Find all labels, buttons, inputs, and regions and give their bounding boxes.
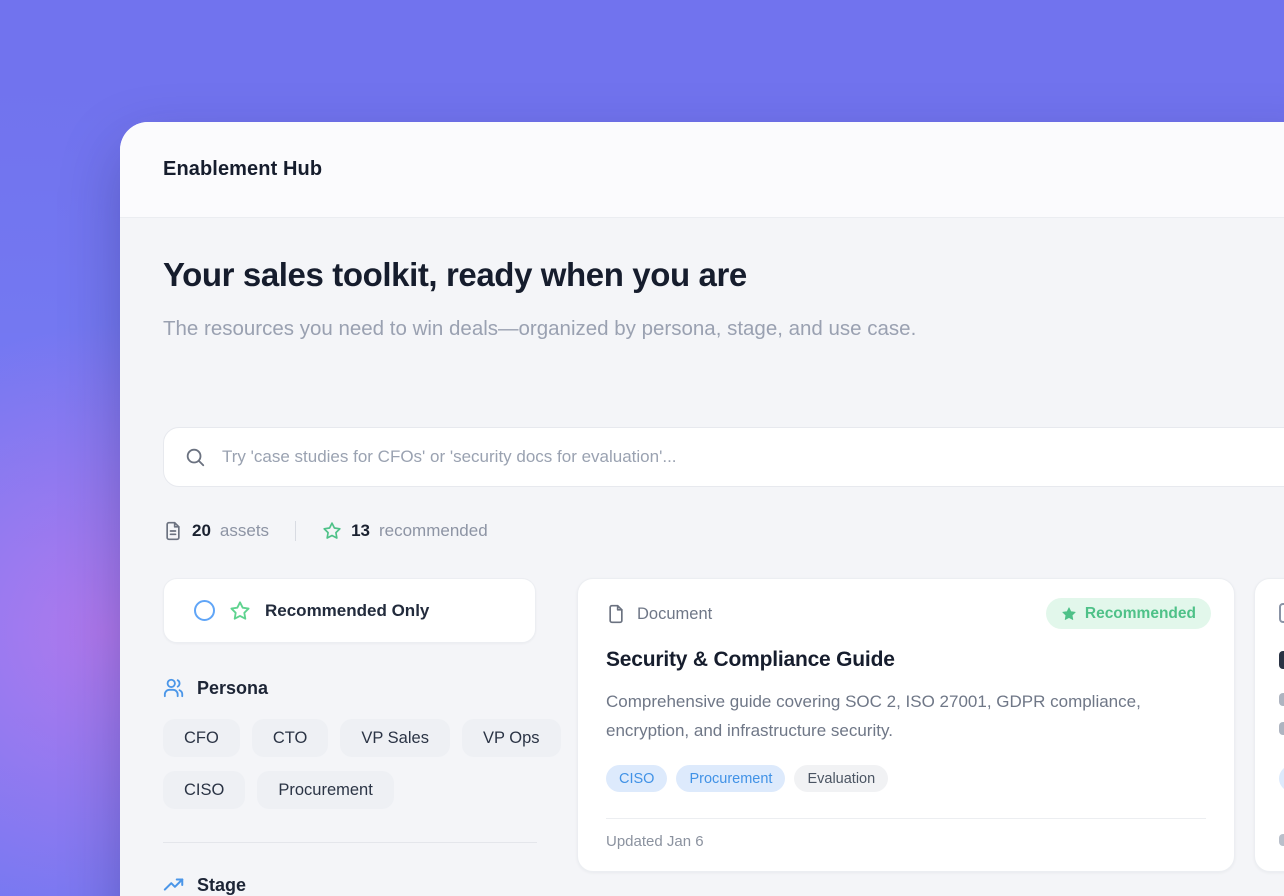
card-type-row: Document (606, 603, 712, 625)
star-icon (322, 521, 342, 541)
tag-evaluation[interactable]: Evaluation (794, 765, 888, 792)
card-title: Security & Compliance Guide (606, 648, 895, 672)
card-tags: CISO Procurement Evaluation (606, 765, 888, 792)
recommended-badge: Recommended (1046, 598, 1211, 629)
stage-section-header: Stage (163, 874, 246, 896)
page-title: Your sales toolkit, ready when you are (163, 256, 747, 294)
persona-chip-vp-ops[interactable]: VP Ops (462, 719, 561, 757)
card-updated-date (1279, 834, 1284, 846)
card-updated-date: Updated Jan 6 (606, 833, 704, 850)
sidebar-divider (163, 842, 537, 843)
recommended-only-label: Recommended Only (265, 601, 429, 621)
recommended-badge-label: Recommended (1085, 605, 1196, 623)
asset-card-partial[interactable] (1254, 578, 1284, 872)
star-icon (229, 600, 251, 622)
card-divider (606, 818, 1206, 819)
recommended-count: 13 (351, 521, 370, 541)
stats-row: 20 assets 13 recommended (163, 518, 488, 544)
star-filled-icon (1061, 606, 1077, 622)
asset-card-security-compliance-guide[interactable]: Document Recommended Security & Complian… (577, 578, 1235, 872)
search-bar[interactable] (163, 427, 1284, 487)
users-icon (163, 677, 185, 699)
file-text-icon (163, 521, 183, 541)
card-tag (1279, 765, 1284, 792)
assets-stat: 20 assets (163, 521, 269, 541)
stage-section-label: Stage (197, 875, 246, 896)
recommended-only-toggle[interactable]: Recommended Only (163, 578, 536, 643)
app-header: Enablement Hub (120, 122, 1284, 218)
persona-chip-row-1: CFO CTO VP Sales VP Ops (163, 719, 561, 757)
assets-count: 20 (192, 521, 211, 541)
page-subtitle: The resources you need to win deals—orga… (163, 310, 953, 348)
radio-circle-icon (194, 600, 215, 621)
tag-procurement[interactable]: Procurement (676, 765, 785, 792)
persona-chip-cto[interactable]: CTO (252, 719, 329, 757)
file-icon (606, 603, 626, 625)
persona-section-header: Persona (163, 677, 268, 699)
recommended-label: recommended (379, 521, 488, 541)
card-type-label: Document (637, 605, 712, 624)
persona-section-label: Persona (197, 678, 268, 699)
card-title (1279, 651, 1284, 669)
card-description (1279, 722, 1284, 735)
purple-backdrop: Enablement Hub Your sales toolkit, ready… (0, 0, 1284, 896)
search-icon (184, 446, 206, 468)
recommended-stat: 13 recommended (322, 521, 488, 541)
assets-label: assets (220, 521, 269, 541)
card-description (1279, 693, 1284, 706)
persona-chip-ciso[interactable]: CISO (163, 771, 245, 809)
card-description: Comprehensive guide covering SOC 2, ISO … (606, 687, 1198, 745)
app-title: Enablement Hub (163, 158, 322, 181)
app-window: Enablement Hub Your sales toolkit, ready… (120, 122, 1284, 896)
persona-chip-procurement[interactable]: Procurement (257, 771, 393, 809)
persona-chip-row-2: CISO Procurement (163, 771, 394, 809)
tag-ciso[interactable]: CISO (606, 765, 667, 792)
trending-up-icon (163, 874, 185, 896)
stats-divider (295, 521, 296, 541)
persona-chip-cfo[interactable]: CFO (163, 719, 240, 757)
persona-chip-vp-sales[interactable]: VP Sales (340, 719, 450, 757)
search-input[interactable] (220, 446, 1284, 468)
file-icon (1279, 603, 1284, 623)
